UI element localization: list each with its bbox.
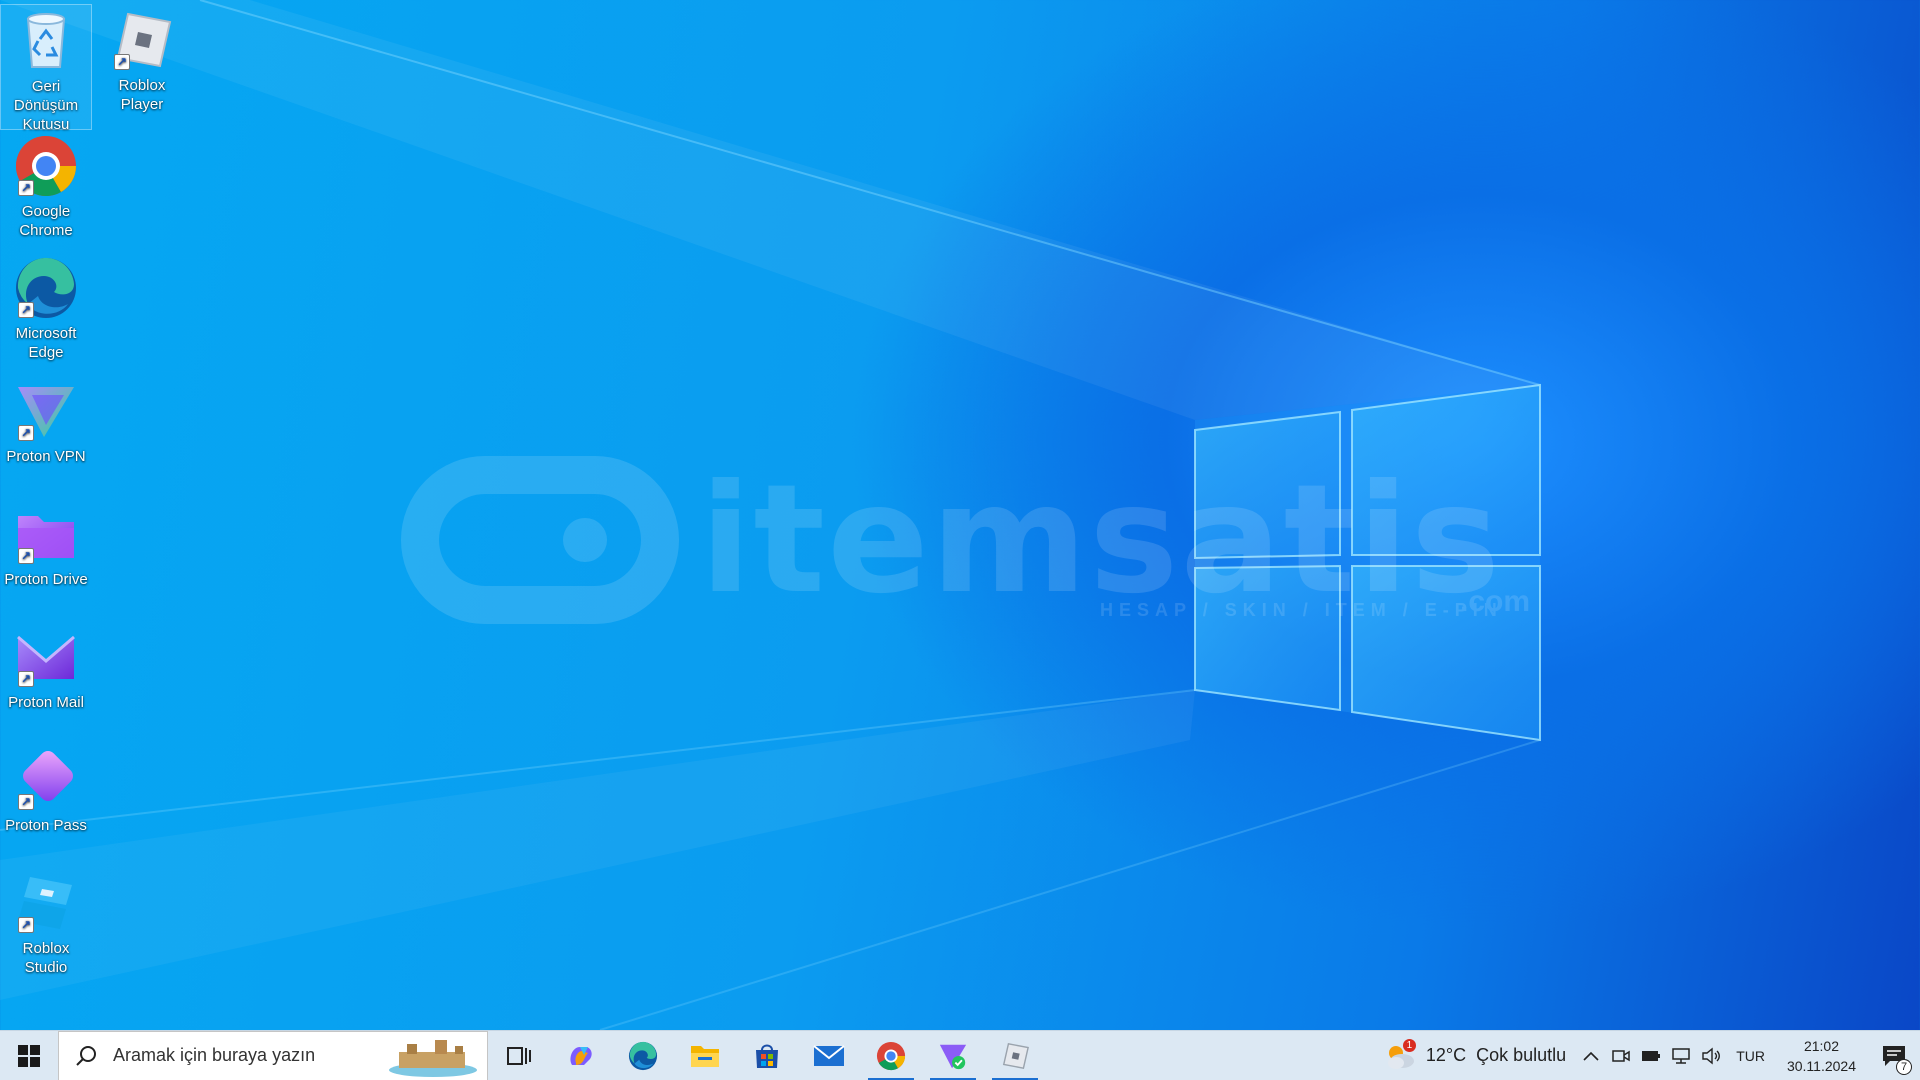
watermark-tagline: HESAP / SKIN / ITEM / E-PIN xyxy=(1100,600,1503,620)
tray-battery[interactable] xyxy=(1636,1031,1666,1080)
proton-pass-icon: ↗ xyxy=(14,748,78,812)
desktop-icon-label: Google Chrome xyxy=(19,203,73,239)
desktop-icon-proton-pass[interactable]: ↗ Proton Pass xyxy=(0,744,92,835)
shortcut-arrow-icon: ↗ xyxy=(18,425,34,441)
desktop-icon-label: Proton VPN xyxy=(6,448,86,465)
desktop-icon-label: Proton Pass xyxy=(5,817,87,834)
chrome-icon: ↗ xyxy=(14,134,78,198)
desktop-icon-microsoft-edge[interactable]: ↗ Microsoft Edge xyxy=(0,252,92,362)
watermark-logo-icon xyxy=(401,456,679,624)
webcam-icon xyxy=(1612,1049,1630,1062)
shortcut-arrow-icon: ↗ xyxy=(18,180,34,196)
clock-date: 30.11.2024 xyxy=(1786,1057,1856,1074)
weather-widget[interactable]: 1 12°C Çok bulutlu xyxy=(1374,1031,1576,1080)
proton-drive-icon: ↗ xyxy=(14,502,78,566)
taskbar-copilot[interactable] xyxy=(550,1031,612,1080)
watermark-suffix: .com xyxy=(1460,585,1531,618)
notification-count-badge: 7 xyxy=(1896,1058,1912,1075)
desktop-icon-roblox-studio[interactable]: ↗ Roblox Studio xyxy=(0,867,92,977)
system-tray: 1 12°C Çok bulutlu TUR 21:02 30.11.2024 xyxy=(1374,1031,1920,1080)
tray-network[interactable] xyxy=(1666,1031,1696,1080)
tray-meet-now[interactable] xyxy=(1606,1031,1636,1080)
taskbar-search-box[interactable]: Aramak için buraya yazın xyxy=(58,1030,488,1080)
desktop-icon-label: Proton Drive xyxy=(4,571,88,588)
roblox-icon xyxy=(1002,1042,1029,1069)
taskbar-file-explorer[interactable] xyxy=(674,1031,736,1080)
copilot-icon xyxy=(570,1046,592,1065)
shortcut-arrow-icon: ↗ xyxy=(18,671,34,687)
shortcut-arrow-icon: ↗ xyxy=(18,917,34,933)
start-button[interactable] xyxy=(0,1031,58,1080)
desktop-icon-proton-vpn[interactable]: ↗ Proton VPN xyxy=(0,375,92,466)
show-hidden-icons-button[interactable] xyxy=(1576,1031,1606,1080)
chevron-up-icon xyxy=(1583,1051,1599,1061)
shortcut-arrow-icon: ↗ xyxy=(18,548,34,564)
taskbar-microsoft-store[interactable] xyxy=(736,1031,798,1080)
taskbar-chrome[interactable] xyxy=(860,1031,922,1080)
search-icon xyxy=(76,1045,96,1066)
desktop-icon-recycle-bin[interactable]: Geri Dönüşüm Kutusu xyxy=(0,4,92,133)
proton-mail-icon: ↗ xyxy=(14,625,78,689)
desktop-icon-proton-mail[interactable]: ↗ Proton Mail xyxy=(0,621,92,712)
desktop-icon-roblox-player[interactable]: ↗ Roblox Player xyxy=(96,4,188,114)
taskbar-edge[interactable] xyxy=(612,1031,674,1080)
clock[interactable]: 21:02 30.11.2024 xyxy=(1775,1036,1868,1076)
weather-condition: Çok bulutlu xyxy=(1476,1045,1567,1065)
task-view-button[interactable] xyxy=(488,1031,550,1080)
input-language[interactable]: TUR xyxy=(1726,1048,1775,1064)
shortcut-arrow-icon: ↗ xyxy=(114,54,130,70)
desktop-icon-label: Geri Dönüşüm Kutusu xyxy=(13,78,79,133)
weather-alert-badge: 1 xyxy=(1402,1038,1416,1052)
windows-start-icon xyxy=(18,1044,40,1067)
clock-time: 21:02 xyxy=(1803,1037,1839,1054)
mail-icon xyxy=(813,1044,845,1066)
desktop-icon-proton-drive[interactable]: ↗ Proton Drive xyxy=(0,498,92,589)
shortcut-arrow-icon: ↗ xyxy=(18,794,34,810)
edge-icon: ↗ xyxy=(14,256,78,320)
taskbar: Aramak için buraya yazın 1 12°C Çok bulu… xyxy=(0,1030,1920,1080)
taskbar-proton-vpn[interactable] xyxy=(922,1031,984,1080)
search-highlight-illustration-icon xyxy=(389,1039,477,1077)
recycle-bin-icon xyxy=(14,9,78,73)
shortcut-arrow-icon: ↗ xyxy=(18,302,34,318)
tray-volume[interactable] xyxy=(1696,1031,1726,1080)
taskbar-roblox[interactable] xyxy=(984,1031,1046,1080)
cloudy-weather-icon: 1 xyxy=(1384,1038,1416,1071)
taskbar-mail[interactable] xyxy=(798,1031,860,1080)
edge-icon xyxy=(628,1041,658,1070)
weather-temperature: 12°C xyxy=(1425,1045,1467,1065)
desktop-icon-label: Proton Mail xyxy=(8,694,84,711)
desktop-icon-label: Roblox Player xyxy=(118,77,166,113)
proton-vpn-icon: ↗ xyxy=(14,379,78,443)
chrome-icon xyxy=(876,1041,906,1070)
network-icon xyxy=(1672,1047,1690,1064)
desktop-icon-google-chrome[interactable]: ↗ Google Chrome xyxy=(0,130,92,240)
roblox-studio-icon: ↗ xyxy=(14,871,78,935)
battery-icon xyxy=(1642,1050,1661,1061)
microsoft-store-icon xyxy=(756,1044,778,1068)
task-view-icon xyxy=(507,1046,531,1065)
itemsatis-watermark: itemsatis HESAP / SKIN / ITEM / E-PIN .c… xyxy=(400,455,1530,635)
speaker-icon xyxy=(1702,1047,1721,1064)
action-center-button[interactable]: 7 xyxy=(1868,1031,1920,1080)
file-explorer-icon xyxy=(691,1045,719,1067)
roblox-player-icon: ↗ xyxy=(110,8,174,72)
proton-vpn-icon xyxy=(939,1044,967,1069)
desktop-icon-label: Microsoft Edge xyxy=(15,325,77,361)
search-placeholder: Aramak için buraya yazın xyxy=(113,1045,316,1065)
desktop-icon-label: Roblox Studio xyxy=(22,940,70,976)
